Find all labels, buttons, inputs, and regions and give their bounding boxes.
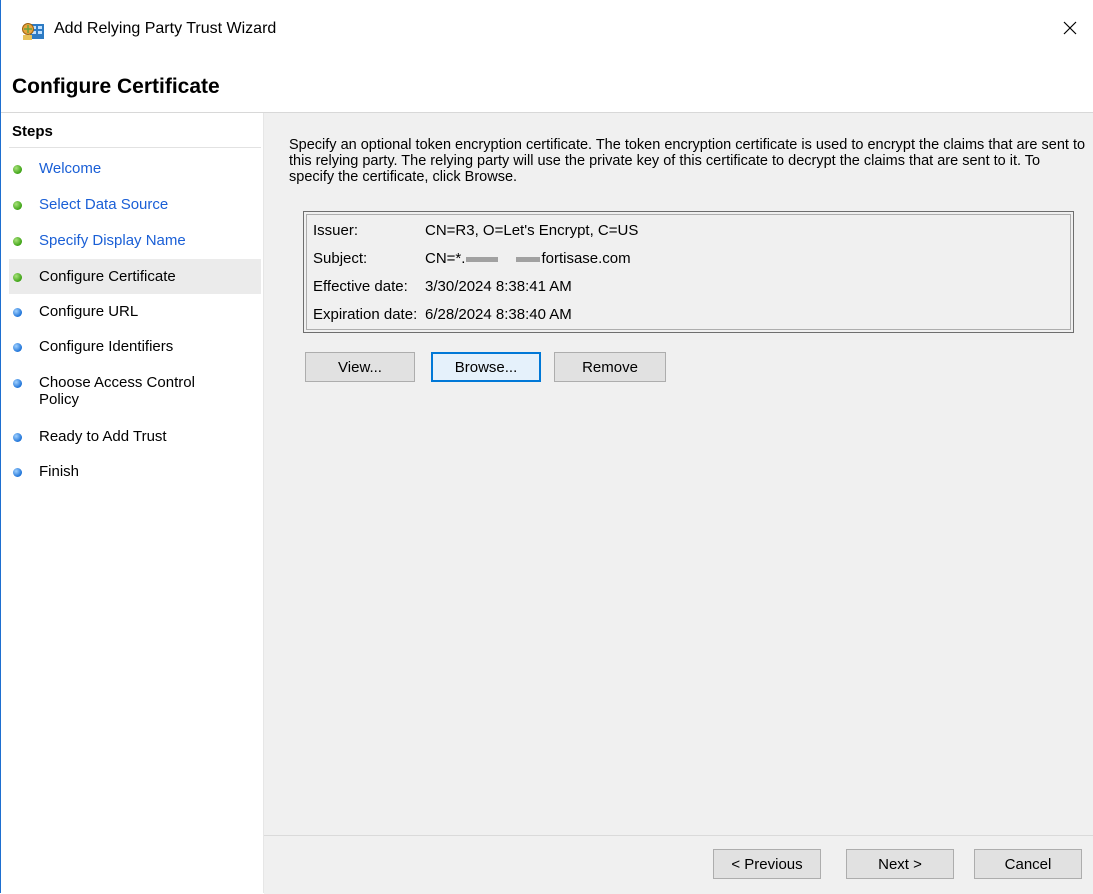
step-pending-icon [13,308,22,317]
step-label: Choose Access Control Policy [39,374,195,408]
step-label: Configure Identifiers [39,338,174,355]
step-pending-icon [13,468,22,477]
step-completed-icon [13,201,22,210]
window-title: Add Relying Party Trust Wizard [54,20,277,37]
cert-issuer-value: CN=R3, O=Let's Encrypt, C=US [425,222,639,239]
certificate-details: Issuer: CN=R3, O=Let's Encrypt, C=US Subj… [303,211,1074,333]
step-label: Finish [39,463,80,480]
step-label: Configure URL [39,303,139,320]
previous-button[interactable]: < Previous [713,849,821,879]
steps-divider [9,147,261,148]
next-button[interactable]: Next > [846,849,954,879]
title-bar: Add Relying Party Trust Wizard [1,0,1093,62]
remove-button[interactable]: Remove [554,352,666,382]
adfs-wizard-icon [21,21,45,41]
step-choose-access-control-policy: Choose Access Control Policy [9,374,209,408]
description-text: Specify an optional token encryption cer… [289,137,1086,185]
step-configure-certificate: Configure Certificate [9,259,261,294]
cert-subject-prefix: CN=*. [425,250,466,267]
step-label: Configure Certificate [39,268,176,285]
steps-panel: Steps Welcome Select Data Source Specify… [1,113,264,893]
wizard-footer: < Previous Next > Cancel [264,835,1093,894]
cert-expiration-value: 6/28/2024 8:38:40 AM [425,306,572,323]
step-configure-url: Configure URL [9,303,261,320]
step-pending-icon [13,343,22,352]
cert-effective-label: Effective date: [313,278,408,295]
cert-issuer-label: Issuer: [313,222,359,239]
cert-expiration-label: Expiration date: [313,306,418,323]
step-current-icon [13,273,22,282]
step-completed-icon [13,237,22,246]
cert-effective-row: Effective date: 3/30/2024 8:38:41 AM [313,278,572,296]
close-button[interactable] [1047,10,1093,50]
cert-subject-label: Subject: [313,250,368,267]
step-welcome[interactable]: Welcome [9,160,261,177]
cert-issuer-row: Issuer: CN=R3, O=Let's Encrypt, C=US [313,222,638,240]
redacted-text [466,256,499,262]
step-select-data-source[interactable]: Select Data Source [9,196,261,213]
content-panel: Specify an optional token encryption cer… [264,113,1093,835]
redacted-text [516,256,541,262]
step-specify-display-name[interactable]: Specify Display Name [9,232,261,249]
step-label: Ready to Add Trust [39,428,167,445]
step-completed-icon [13,165,22,174]
step-configure-identifiers: Configure Identifiers [9,338,261,355]
steps-heading: Steps [12,123,53,140]
close-icon [1063,21,1077,39]
step-label: Select Data Source [39,196,169,213]
page-title: Configure Certificate [12,75,220,98]
cert-expiration-row: Expiration date: 6/28/2024 8:38:40 AM [313,306,572,324]
cert-effective-value: 3/30/2024 8:38:41 AM [425,278,572,295]
step-ready-to-add-trust: Ready to Add Trust [9,428,261,445]
view-button[interactable]: View... [305,352,415,382]
wizard-window: Add Relying Party Trust Wizard Configure… [0,0,1093,894]
step-pending-icon [13,433,22,442]
wizard-header: Configure Certificate [1,62,1093,113]
step-label: Welcome [39,160,102,177]
cert-subject-row: Subject: CN=*. fortisase.com [313,250,631,268]
step-label: Specify Display Name [39,232,186,249]
browse-button[interactable]: Browse... [431,352,541,382]
step-finish: Finish [9,463,261,480]
cancel-button[interactable]: Cancel [974,849,1082,879]
cert-subject-suffix: fortisase.com [541,250,631,267]
step-pending-icon [13,379,22,388]
cert-subject-value: CN=*. fortisase.com [425,250,631,268]
